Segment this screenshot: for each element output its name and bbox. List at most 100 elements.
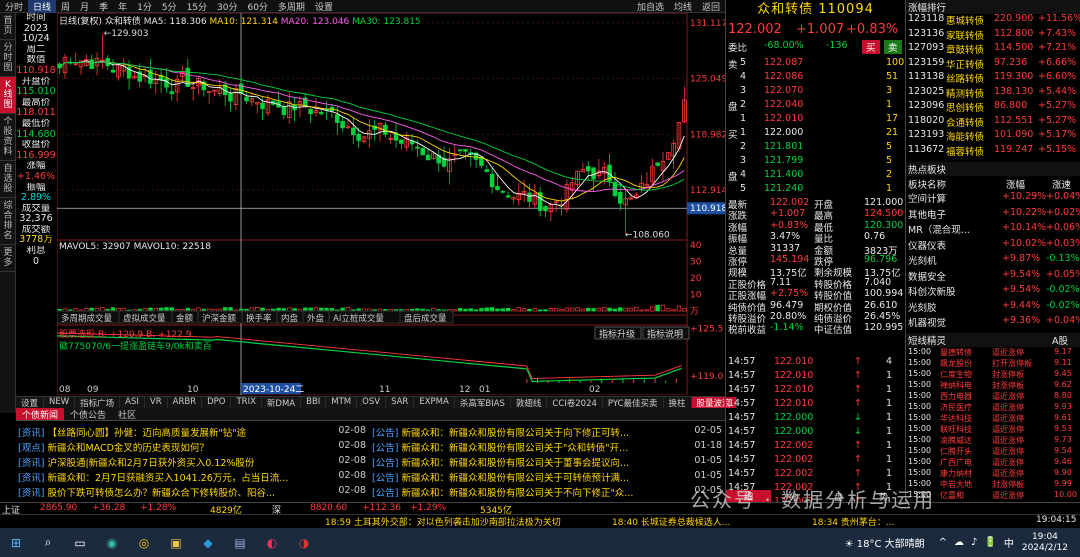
rank-row[interactable]: 科创次新股 +9.54% -0.02% (906, 284, 1080, 298)
period-tab[interactable]: 周 (56, 0, 75, 13)
indicator-tab[interactable]: ASI (120, 397, 145, 408)
news-item[interactable]: [公告] 新疆众和：新疆众和股份有限公司关于"众和转债"开... 01-18 (372, 440, 722, 454)
toolbar-action[interactable]: 均线 (669, 0, 697, 13)
toolbar-action[interactable]: 返回 (697, 0, 725, 13)
indicator-tab[interactable]: 设置 (16, 397, 45, 409)
rank-row[interactable]: 机器视觉 +9.36% +0.04% (906, 315, 1080, 329)
indicator-tab[interactable]: ARBR (168, 397, 203, 408)
rank-row[interactable]: 118020 会通转债 112.551 +5.27% (906, 115, 1080, 129)
indicator-tab[interactable]: 敦翅线 (511, 397, 548, 409)
indicator-tab[interactable]: PYC最佳买卖 (603, 397, 664, 409)
period-tab[interactable]: 30分 (212, 0, 242, 13)
sub-tab[interactable]: 内盘 (281, 313, 299, 324)
period-tab[interactable]: 1分 (132, 0, 157, 13)
network-icon[interactable]: ☁ (954, 537, 964, 548)
rank-row[interactable]: 123159 华正转债 97.236 +6.66% (906, 57, 1080, 71)
rank-row[interactable]: 15:00 西力电器 逼近涨停 8.80 (906, 391, 1080, 402)
rank-row[interactable]: 113672 福蓉转债 119.247 +5.15% (906, 144, 1080, 158)
news-tab[interactable]: 个债公告 (64, 408, 112, 421)
news-item[interactable]: [公告] 新疆众和：新疆众和股份有限公司关于不向下修正"众... 02-05 (372, 485, 722, 499)
app-icon[interactable]: ◐ (259, 532, 285, 554)
rank-row[interactable]: 123025 精测转债 138.130 +5.44% (906, 86, 1080, 100)
scroll-news[interactable]: 18:40 长城证券总裁候选人... (612, 515, 730, 528)
period-tab[interactable]: 设置 (310, 0, 338, 13)
left-tab[interactable]: 个股资料 (0, 114, 16, 161)
sub-tab[interactable]: 金额 (176, 313, 194, 324)
left-tab[interactable]: K线图 (0, 77, 16, 114)
indicator-tab[interactable]: 换柱 (664, 397, 692, 409)
news-item[interactable]: [资讯] 【丝路同心圆】孙健：迈向高质量发展新"钻"途 02-08 (18, 425, 366, 439)
rank-row[interactable]: 数据安全 +9.54% +0.05% (906, 269, 1080, 283)
indicator-tab[interactable]: TRIX (231, 397, 262, 408)
indicator-tab[interactable]: VR (145, 397, 168, 408)
buy-button[interactable]: 买 (862, 40, 880, 54)
indicator-tab[interactable]: BBI (301, 397, 327, 408)
news-item[interactable]: [资讯] 沪深股通|新疆众和2月7日获外资买入0.12%股份 02-08 (18, 455, 366, 469)
sub-tab[interactable]: 沪深金额 (202, 313, 237, 324)
indicator-tab[interactable]: NEW (44, 397, 76, 408)
news-item[interactable]: [公告] 新疆众和：新疆众和股份有限公司关于向下修正可转... 02-05 (372, 425, 722, 439)
rank-row[interactable]: 15:00 仁腾开头 逼近涨停 9.54 (906, 446, 1080, 457)
toolbar-action[interactable]: 加自选 (632, 0, 669, 13)
indicator-tab[interactable]: CCI卷2024 (547, 397, 603, 409)
period-tab[interactable]: 日线 (28, 0, 57, 13)
period-tab[interactable]: 15分 (182, 0, 212, 13)
period-tab[interactable]: 分时 (0, 0, 28, 13)
rank-row[interactable]: MR（混合现... +10.14%+0.06% (906, 222, 1080, 236)
rank-row[interactable]: 15:00 凌腾威达 逼近涨停 9.73 (906, 435, 1080, 446)
volume-icon[interactable]: ♪ (971, 537, 977, 548)
left-tab[interactable]: 分时图 (0, 40, 16, 77)
period-tab[interactable]: 60分 (242, 0, 272, 13)
rank-row[interactable]: 15:00 飙龙股份 打开涨停板 9.11 (906, 358, 1080, 369)
news-tab[interactable]: 社区 (112, 408, 142, 421)
sub-tab[interactable]: AI立桩成交量 (333, 313, 384, 324)
sub-tab[interactable]: 盘后成交量 (404, 313, 447, 324)
rank-row[interactable]: 光刻机 +9.87% -0.13% (906, 253, 1080, 267)
sell-button[interactable]: 卖 (884, 40, 902, 54)
chrome-icon[interactable]: ◎ (131, 532, 157, 554)
rank-row[interactable]: 板块名称 涨幅 涨速 (906, 177, 1080, 191)
news-item[interactable]: [公告] 新疆众和：新疆众和股份有限公司关于可转债预计满... 01-05 (372, 470, 722, 484)
kline-chart-area[interactable]: 131.117 125.049 118.982 112.914 110.918 ←129.… (57, 13, 725, 395)
left-tab[interactable]: 自选股 (0, 161, 16, 198)
period-tab[interactable]: 5分 (157, 0, 182, 13)
indicator-tab[interactable]: 新DMA (262, 397, 302, 409)
rank-row[interactable]: 123136 家联转债 112.800 +7.43% (906, 28, 1080, 42)
sub-tab[interactable]: 多周期成交量 (61, 313, 113, 324)
news-item[interactable]: [观点] 新疆众和MACD金叉的历史表现如何？ 02-08 (18, 440, 366, 454)
rank-row[interactable]: 仪器仪表 +10.02%+0.03% (906, 238, 1080, 252)
scroll-news[interactable]: 18:34 贵州茅台：... (812, 515, 894, 528)
rank-row[interactable]: 光刻胶 +9.44% -0.02% (906, 300, 1080, 314)
news-item[interactable]: [公告] 新疆众和：新疆众和股份有限公司关于董事会提议向... 01-05 (372, 455, 722, 469)
rank-row[interactable]: 113138 丝路转债 119.300 +6.60% (906, 71, 1080, 85)
indicator-tab[interactable]: DPO (202, 397, 232, 408)
rank-row[interactable]: 热点板块 (906, 162, 1080, 176)
taskbar-clock[interactable]: 19:04 2024/2/12 (1022, 532, 1068, 554)
indicator-tab[interactable]: MTM (326, 397, 358, 408)
rank-row[interactable]: 15:00 联旺科技 逼近涨停 9.53 (906, 424, 1080, 435)
sub-tab[interactable]: 换手率 (246, 313, 272, 324)
period-tab[interactable]: 月 (75, 0, 94, 13)
period-tab[interactable]: 季 (94, 0, 113, 13)
ime-indicator[interactable]: 中 (1004, 535, 1014, 550)
news-tab[interactable]: 个债新闻 (16, 408, 65, 421)
left-tab[interactable]: 更多 (0, 245, 16, 272)
rank-row[interactable]: 15:00 广西广电 逼近涨停 9.46 (906, 457, 1080, 468)
sub-tab[interactable]: 外盘 (307, 313, 325, 324)
battery-icon[interactable]: 🔋 (984, 537, 996, 548)
search-icon[interactable]: ⌕ (35, 532, 61, 554)
rank-row[interactable]: 15:00 仁度生物 封涨停板 9.45 (906, 369, 1080, 380)
scroll-news[interactable]: 18:59 土耳其外交部：对以色列袭击加沙南部拉法极为关切 (325, 515, 561, 528)
sub-tab[interactable]: 虚拟成交量 (123, 313, 166, 324)
news-item[interactable]: [资讯] 新疆众和：2月7日获融资买入1041.26万元，占当日流... 02-0… (18, 470, 366, 484)
left-tab[interactable]: 综合排名 (0, 198, 16, 245)
indicator-tab[interactable]: OSV (357, 397, 387, 408)
ind-button[interactable]: 指标升级 (599, 328, 635, 340)
scroll-news[interactable]: 19:04:15 (1036, 515, 1076, 525)
rank-row[interactable]: 123118 惠城转债 220.900 +11.56% (906, 13, 1080, 27)
rank-row[interactable]: 15:00 康力纳材 逼近涨停 9.90 (906, 468, 1080, 479)
news-item[interactable]: [资讯] 股价下跌可转债怎么办？新疆众合下修转股价、阳谷... 02-08 (18, 485, 366, 499)
stock-app-icon[interactable]: ◑ (291, 532, 317, 554)
indicator-tab[interactable]: 杀高军BIAS (455, 397, 511, 409)
file-explorer-icon[interactable]: ▣ (163, 532, 189, 554)
